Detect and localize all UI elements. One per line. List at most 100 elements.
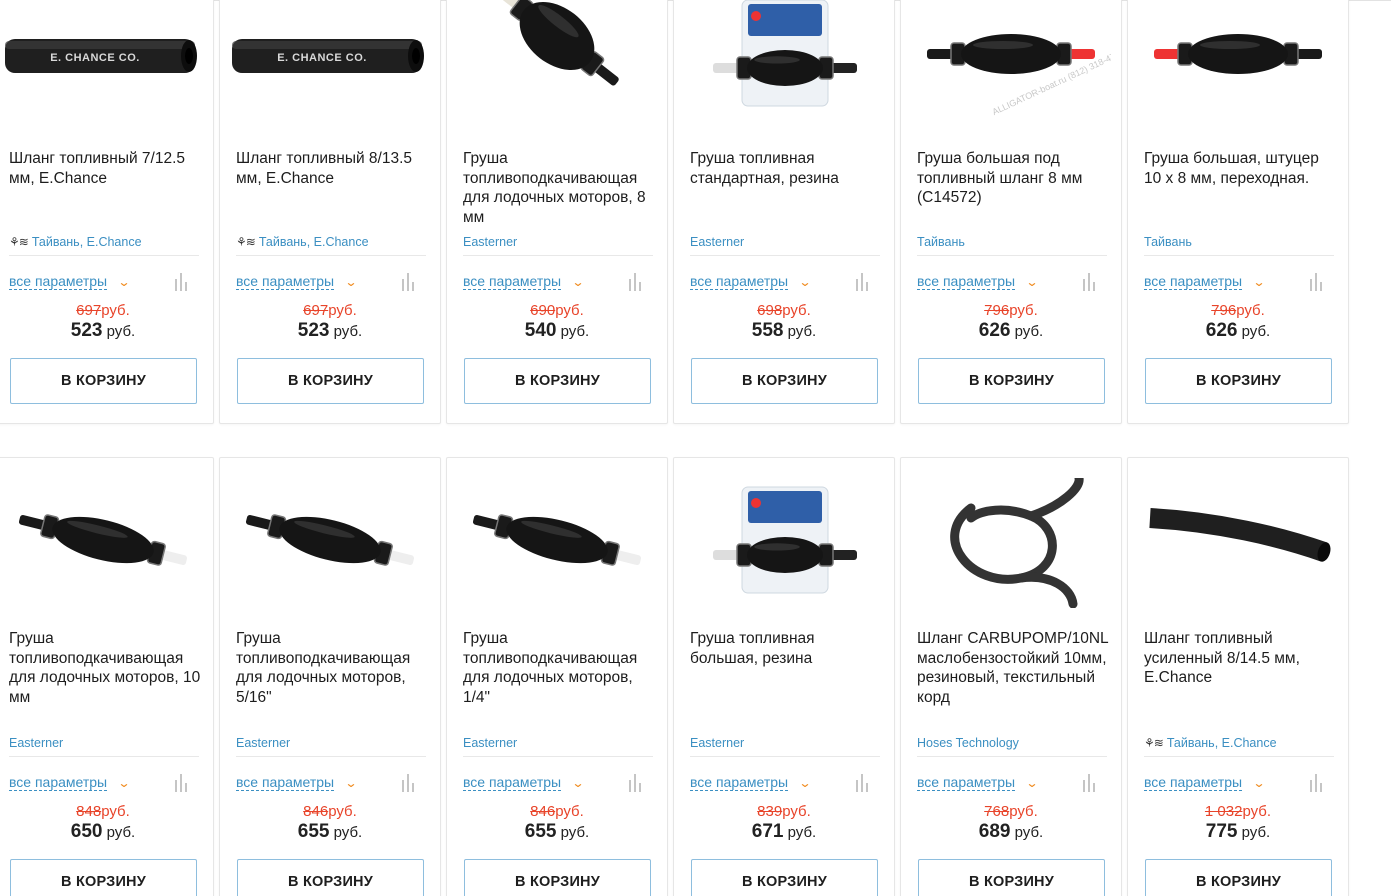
- add-to-cart-button[interactable]: В КОРЗИНУ: [918, 358, 1105, 404]
- add-to-cart-button[interactable]: В КОРЗИНУ: [10, 358, 197, 404]
- product-title[interactable]: Шланг топливный 8/13.5 мм, E.Chance: [236, 149, 428, 188]
- product-title[interactable]: Груша топливоподкачивающая для лодочных …: [236, 629, 428, 707]
- product-image[interactable]: E. CHANCE CO.: [0, 0, 207, 115]
- chevron-down-icon[interactable]: ⌄: [1253, 776, 1266, 790]
- origin-label: Тайвань, E.Chance: [1166, 736, 1277, 750]
- all-params-link[interactable]: все параметры: [690, 775, 789, 791]
- product-title[interactable]: Груша большая под топливный шланг 8 мм (…: [917, 149, 1109, 208]
- product-image[interactable]: [680, 478, 888, 608]
- chevron-down-icon[interactable]: ⌄: [799, 776, 812, 790]
- product-image[interactable]: [453, 478, 661, 608]
- compare-icon[interactable]: [175, 774, 187, 792]
- new-price-currency: руб.: [333, 323, 363, 340]
- product-title[interactable]: Груша топливная большая, резина: [690, 629, 882, 668]
- all-params-link[interactable]: все параметры: [463, 775, 562, 791]
- product-row-2: Груша топливоподкачивающая для лодочных …: [0, 457, 1354, 896]
- all-params-link[interactable]: все параметры: [690, 274, 789, 290]
- price-block: 768руб. 689 руб.: [901, 802, 1121, 844]
- add-to-cart-button[interactable]: В КОРЗИНУ: [691, 859, 878, 896]
- product-origin: ⚘≋ Тайвань, E.Chance: [1144, 736, 1334, 757]
- chevron-down-icon[interactable]: ⌄: [118, 275, 131, 289]
- product-image[interactable]: [226, 478, 434, 608]
- add-to-cart-button[interactable]: В КОРЗИНУ: [1145, 859, 1332, 896]
- all-params-link[interactable]: все параметры: [236, 775, 335, 791]
- old-price-value: 697: [303, 302, 329, 319]
- chevron-down-icon[interactable]: ⌄: [1026, 275, 1039, 289]
- product-title[interactable]: Шланг топливный 7/12.5 мм, E.Chance: [9, 149, 201, 188]
- add-to-cart-button[interactable]: В КОРЗИНУ: [10, 859, 197, 896]
- add-to-cart-button[interactable]: В КОРЗИНУ: [691, 358, 878, 404]
- add-to-cart-button[interactable]: В КОРЗИНУ: [237, 859, 424, 896]
- all-params-link[interactable]: все параметры: [463, 274, 562, 290]
- compare-icon[interactable]: [1310, 273, 1322, 291]
- add-to-cart-button[interactable]: В КОРЗИНУ: [1145, 358, 1332, 404]
- taiwan-flag-icon: ⚘≋: [236, 235, 256, 249]
- product-image[interactable]: ALLIGATOR-boat.ru (812) 318-47-77: [907, 0, 1115, 116]
- product-image[interactable]: [680, 0, 888, 115]
- old-price: 846руб.: [220, 802, 440, 821]
- chevron-down-icon[interactable]: ⌄: [118, 776, 131, 790]
- product-image[interactable]: [1134, 478, 1342, 608]
- all-params-link[interactable]: все параметры: [917, 274, 1016, 290]
- product-image[interactable]: [0, 478, 207, 608]
- compare-icon[interactable]: [402, 273, 414, 291]
- compare-icon[interactable]: [1310, 774, 1322, 792]
- chevron-down-icon[interactable]: ⌄: [1026, 776, 1039, 790]
- new-price-value: 523: [297, 320, 330, 341]
- product-title[interactable]: Груша большая, штуцер 10 х 8 мм, переход…: [1144, 149, 1336, 188]
- product-title[interactable]: Груша топливоподкачивающая для лодочных …: [463, 629, 655, 707]
- all-params-link[interactable]: все параметры: [1144, 775, 1243, 791]
- add-to-cart-button[interactable]: В КОРЗИНУ: [464, 859, 651, 896]
- compare-icon[interactable]: [402, 774, 414, 792]
- product-title[interactable]: Груша топливоподкачивающая для лодочных …: [463, 149, 655, 227]
- product-title[interactable]: Шланг топливный усиленный 8/14.5 мм, E.C…: [1144, 629, 1336, 688]
- compare-icon[interactable]: [629, 273, 641, 291]
- product-origin: ⚘≋ Тайвань, E.Chance: [236, 235, 426, 256]
- price-block: 690руб. 540 руб.: [447, 301, 667, 343]
- all-params-link[interactable]: все параметры: [9, 775, 108, 791]
- old-price-value: 697: [76, 302, 102, 319]
- new-price: 689 руб.: [901, 821, 1121, 844]
- add-to-cart-button[interactable]: В КОРЗИНУ: [237, 358, 424, 404]
- product-image[interactable]: [1134, 0, 1342, 115]
- compare-icon[interactable]: [629, 774, 641, 792]
- origin-label: Easterner: [690, 235, 745, 249]
- price-block: 839руб. 671 руб.: [674, 802, 894, 844]
- new-price-value: 558: [751, 320, 784, 341]
- add-to-cart-button[interactable]: В КОРЗИНУ: [918, 859, 1105, 896]
- all-params-link[interactable]: все параметры: [917, 775, 1016, 791]
- compare-icon[interactable]: [1083, 774, 1095, 792]
- chevron-down-icon[interactable]: ⌄: [345, 275, 358, 289]
- all-params-link[interactable]: все параметры: [236, 274, 335, 290]
- product-title[interactable]: Груша топливоподкачивающая для лодочных …: [9, 629, 201, 707]
- origin-label: Hoses Technology: [917, 736, 1019, 750]
- chevron-down-icon[interactable]: ⌄: [572, 275, 585, 289]
- product-image[interactable]: [907, 478, 1115, 608]
- product-image[interactable]: [453, 0, 661, 115]
- params-row: все параметры ⌄: [690, 273, 880, 291]
- chevron-down-icon[interactable]: ⌄: [799, 275, 812, 289]
- compare-icon[interactable]: [175, 273, 187, 291]
- compare-icon[interactable]: [856, 273, 868, 291]
- product-card-12: Шланг топливный усиленный 8/14.5 мм, E.C…: [1127, 457, 1349, 896]
- old-price-currency: руб.: [328, 803, 357, 820]
- price-block: 1 032руб. 775 руб.: [1128, 802, 1348, 844]
- product-image[interactable]: E. CHANCE CO.: [226, 0, 434, 115]
- chevron-down-icon[interactable]: ⌄: [572, 776, 585, 790]
- new-price-value: 671: [751, 821, 784, 842]
- all-params-link[interactable]: все параметры: [1144, 274, 1243, 290]
- chevron-down-icon[interactable]: ⌄: [1253, 275, 1266, 289]
- params-row: все параметры ⌄: [236, 774, 426, 792]
- chevron-down-icon[interactable]: ⌄: [345, 776, 358, 790]
- new-price-currency: руб.: [333, 824, 363, 841]
- old-price: 697руб.: [0, 301, 213, 320]
- origin-label: Тайвань: [917, 235, 965, 249]
- product-title[interactable]: Груша топливная стандартная, резина: [690, 149, 882, 188]
- compare-icon[interactable]: [856, 774, 868, 792]
- all-params-link[interactable]: все параметры: [9, 274, 108, 290]
- add-to-cart-button[interactable]: В КОРЗИНУ: [464, 358, 651, 404]
- product-title[interactable]: Шланг CARBUPOMP/10NL маслобензостойкий 1…: [917, 629, 1109, 707]
- compare-icon[interactable]: [1083, 273, 1095, 291]
- product-origin: Тайвань: [917, 235, 1107, 256]
- new-price-value: 626: [1205, 320, 1238, 341]
